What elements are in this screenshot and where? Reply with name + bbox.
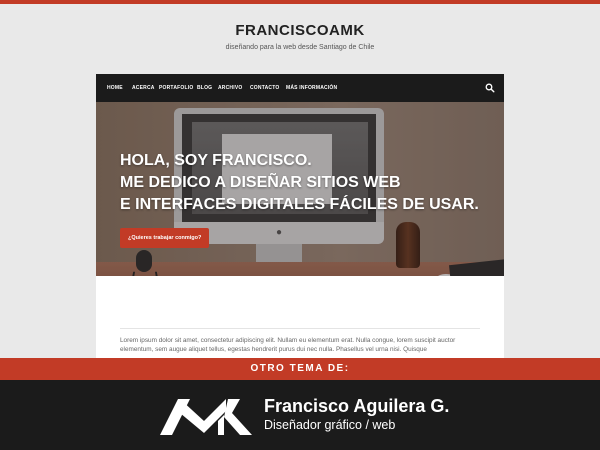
site-title[interactable]: FRANCISCOAMK: [0, 22, 600, 39]
site-tagline: diseñando para la web desde Santiago de …: [225, 44, 375, 51]
author-name: Francisco Aguilera G.: [264, 396, 450, 416]
other-theme-banner: OTRO TEMA DE:: [0, 358, 600, 380]
banner-label: OTRO TEMA DE:: [250, 363, 350, 374]
hero-line-3: E INTERFACES DIGITALES FÁCILES DE USAR.: [120, 196, 479, 213]
amk-logo[interactable]: [160, 391, 252, 437]
divider: [120, 328, 480, 329]
site-header: FRANCISCOAMK diseñando para la web desde…: [0, 4, 600, 74]
work-with-me-button[interactable]: ¿Quieres trabajar conmigo?: [120, 228, 210, 248]
hero-line-1: HOLA, SOY FRANCISCO.: [120, 152, 312, 169]
author-role: Diseñador gráfico / web: [264, 418, 396, 432]
nav-item-archivo[interactable]: ARCHIVO: [218, 74, 242, 102]
author-footer: Francisco Aguilera G. Diseñador gráfico …: [0, 380, 600, 450]
main-nav: HOME ACERCA PORTAFOLIO BLOG ARCHIVO CONT…: [96, 74, 504, 102]
nav-item-acerca[interactable]: ACERCA: [132, 74, 155, 102]
theme-preview: HOME ACERCA PORTAFOLIO BLOG ARCHIVO CONT…: [96, 74, 504, 358]
search-icon[interactable]: [485, 83, 495, 93]
nav-item-home[interactable]: HOME: [107, 74, 123, 102]
nav-item-blog[interactable]: BLOG: [197, 74, 212, 102]
content-area: Lorem ipsum dolor sit amet, consectetur …: [96, 276, 504, 358]
hero-line-2: ME DEDICO A DISEÑAR SITIOS WEB: [120, 174, 401, 191]
nav-item-portafolio[interactable]: PORTAFOLIO: [159, 74, 193, 102]
lorem-paragraph: Lorem ipsum dolor sit amet, consectetur …: [120, 337, 456, 353]
nav-item-mas-informacion[interactable]: MÁS INFORMACIÓN: [286, 74, 337, 102]
nav-item-contacto[interactable]: CONTACTO: [250, 74, 279, 102]
hero-headline: HOLA, SOY FRANCISCO. ME DEDICO A DISEÑAR…: [120, 150, 490, 216]
